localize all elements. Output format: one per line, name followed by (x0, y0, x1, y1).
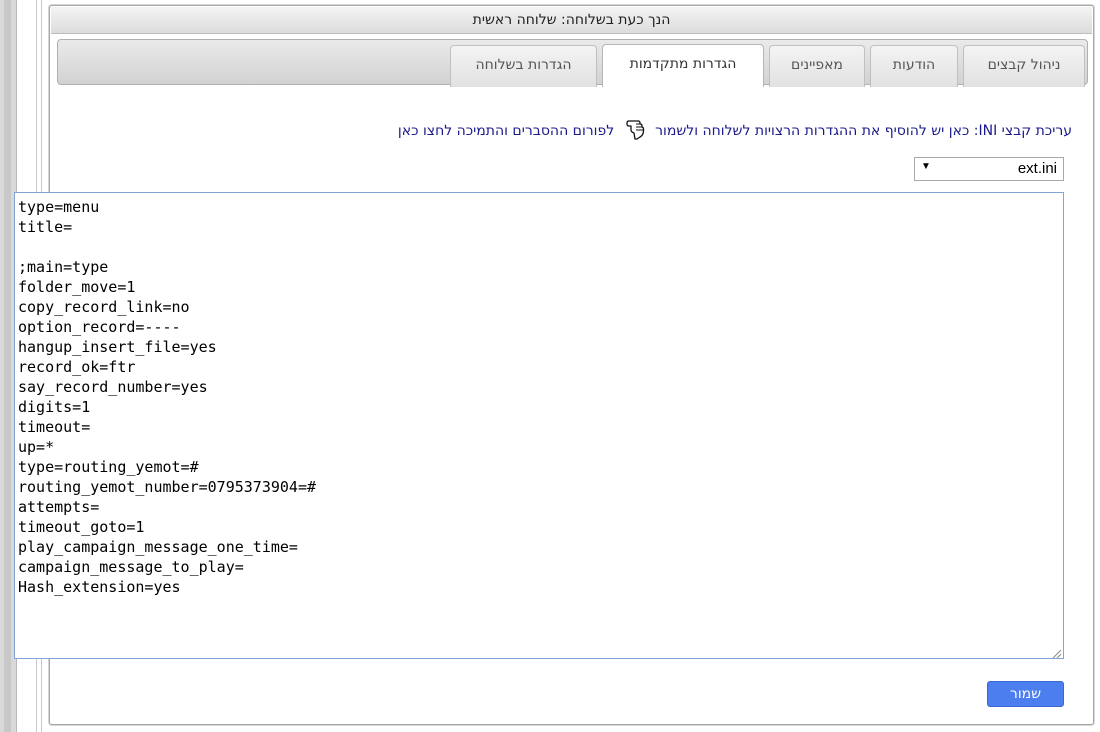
ini-file-select[interactable]: ext.ini ▼ (914, 157, 1064, 181)
tabs-bar: ניהול קבצים הודעות מאפיינים הגדרות מתקדמ… (57, 39, 1088, 87)
ini-editor-textarea[interactable]: type=menu title= ;main=type folder_move=… (14, 192, 1064, 659)
support-forum-link[interactable]: לפורום ההסברים והתמיכה לחצו כאן (398, 123, 614, 139)
ini-intro-line: עריכת קבצי INI: כאן יש להוסיף את ההגדרות… (398, 118, 1072, 144)
panel-header-title: הנך כעת בשלוחה: שלוחה ראשית (51, 7, 1092, 34)
resize-grip-icon[interactable] (1050, 647, 1062, 658)
left-rail-track (4, 0, 11, 732)
chevron-down-icon: ▼ (921, 161, 931, 172)
save-button[interactable]: שמור (987, 681, 1064, 707)
tab-extension-settings[interactable]: הגדרות בשלוחה (450, 45, 597, 87)
tab-messages[interactable]: הודעות (870, 45, 958, 87)
ini-intro-text: עריכת קבצי INI: כאן יש להוסיף את ההגדרות… (655, 123, 1072, 139)
tab-properties[interactable]: מאפיינים (769, 45, 865, 87)
tab-advanced-settings[interactable]: הגדרות מתקדמות (602, 44, 764, 87)
tab-file-management[interactable]: ניהול קבצים (963, 45, 1085, 87)
pointing-hand-icon (625, 118, 645, 144)
ini-file-select-value: ext.ini (1017, 160, 1057, 177)
